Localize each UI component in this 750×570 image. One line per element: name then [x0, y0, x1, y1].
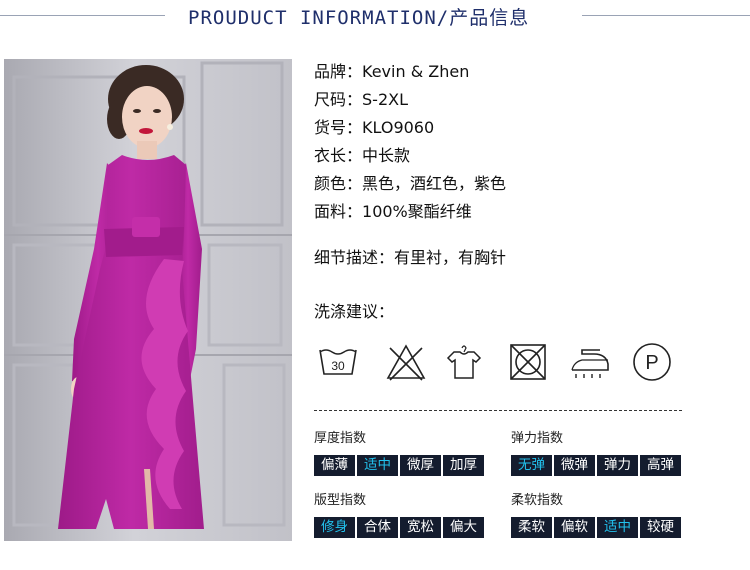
- scale-softness: 柔软指数 柔软 偏软 适中 较硬: [511, 492, 681, 538]
- dashed-divider: [314, 410, 682, 411]
- info-value: 中长款: [362, 146, 411, 165]
- info-value: S-2XL: [362, 90, 408, 109]
- info-row-fabric: 面料：100%聚酯纤维: [314, 198, 506, 226]
- scale-option: 宽松: [400, 517, 441, 538]
- scale-option: 高弹: [640, 455, 681, 476]
- scale-label: 柔软指数: [511, 493, 564, 508]
- info-value: KLO9060: [362, 118, 435, 137]
- info-key: 尺码：: [314, 90, 363, 109]
- scale-option: 合体: [357, 517, 398, 538]
- info-value: 黑色，酒红色，紫色: [362, 174, 507, 193]
- scale-option: 修身: [314, 517, 355, 538]
- info-key: 品牌：: [314, 62, 363, 81]
- header-rule-left: [0, 15, 165, 16]
- detail-key: 细节描述：: [314, 248, 395, 267]
- info-row-item-number: 货号：KLO9060: [314, 114, 506, 142]
- info-key: 面料：: [314, 202, 363, 221]
- dry-clean-p-icon: P: [633, 343, 671, 381]
- scale-option: 加厚: [443, 455, 484, 476]
- scale-options: 修身 合体 宽松 偏大: [314, 517, 484, 538]
- scale-option: 偏软: [554, 517, 595, 538]
- detail-value: 有里衬，有胸针: [394, 248, 507, 267]
- info-row-brand: 品牌：Kevin & Zhen: [314, 58, 506, 86]
- detail-description: 细节描述：有里衬，有胸针: [314, 245, 506, 271]
- info-row-length: 衣长：中长款: [314, 142, 506, 170]
- scale-label: 版型指数: [314, 493, 367, 508]
- info-row-size: 尺码：S-2XL: [314, 86, 506, 114]
- product-photo: [4, 59, 292, 541]
- wash-temperature: 30: [331, 359, 345, 373]
- scale-elasticity: 弹力指数 无弹 微弹 弹力 高弹: [511, 430, 681, 476]
- info-value: Kevin & Zhen: [362, 62, 470, 81]
- wash-title: 洗涤建议：: [314, 302, 395, 321]
- info-row-colors: 颜色：黑色，酒红色，紫色: [314, 170, 506, 198]
- hang-dry-icon: [446, 345, 482, 379]
- wash-30-icon: 30: [319, 349, 357, 375]
- scale-option: 适中: [357, 455, 398, 476]
- do-not-bleach-icon: [386, 344, 426, 381]
- scale-options: 柔软 偏软 适中 较硬: [511, 517, 681, 538]
- wash-icons: 30 P: [316, 340, 696, 384]
- scale-option: 微厚: [400, 455, 441, 476]
- scale-option: 弹力: [597, 455, 638, 476]
- scale-option: 偏大: [443, 517, 484, 538]
- scale-option: 适中: [597, 517, 638, 538]
- scale-options: 偏薄 适中 微厚 加厚: [314, 455, 484, 476]
- info-value: 100%聚酯纤维: [362, 202, 472, 221]
- scale-label: 厚度指数: [314, 431, 367, 446]
- info-key: 衣长：: [314, 146, 363, 165]
- dry-clean-letter: P: [645, 352, 658, 374]
- header-rule-right: [582, 15, 750, 16]
- section-title: PROUDUCT INFORMATION/产品信息: [188, 7, 530, 29]
- section-header: PROUDUCT INFORMATION/产品信息: [0, 0, 750, 34]
- iron-low-icon: [571, 349, 609, 378]
- scale-option: 无弹: [511, 455, 552, 476]
- scale-option: 微弹: [554, 455, 595, 476]
- do-not-tumble-dry-icon: [510, 344, 546, 380]
- info-key: 货号：: [314, 118, 363, 137]
- scale-thickness: 厚度指数 偏薄 适中 微厚 加厚: [314, 430, 484, 476]
- scale-fit: 版型指数 修身 合体 宽松 偏大: [314, 492, 484, 538]
- scale-options: 无弹 微弹 弹力 高弹: [511, 455, 681, 476]
- info-key: 颜色：: [314, 174, 363, 193]
- scale-option: 柔软: [511, 517, 552, 538]
- scale-option: 偏薄: [314, 455, 355, 476]
- scale-option: 较硬: [640, 517, 681, 538]
- product-info: 品牌：Kevin & Zhen 尺码：S-2XL 货号：KLO9060 衣长：中…: [314, 58, 506, 226]
- scale-label: 弹力指数: [511, 431, 564, 446]
